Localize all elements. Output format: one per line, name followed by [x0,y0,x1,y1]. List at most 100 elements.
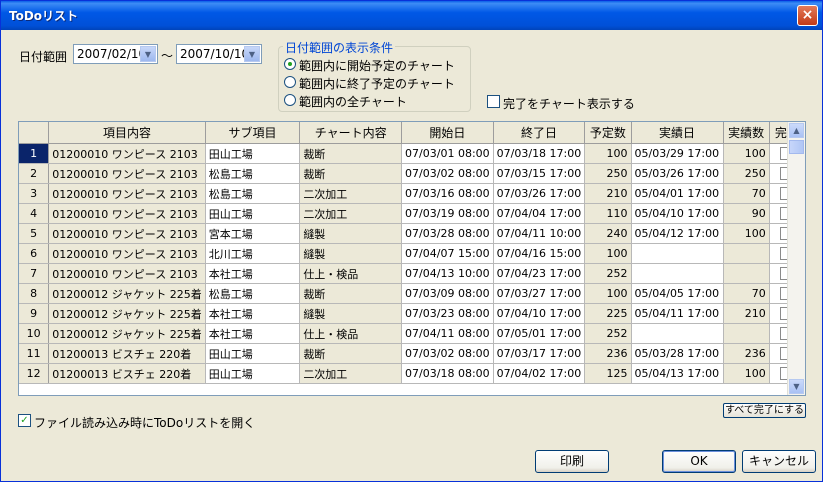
column-header-planned[interactable]: 予定数 [584,122,632,144]
table-row[interactable]: 3 01200010 ワンピース 2103 松島工場 二次加工 07/03/16 08:… [19,183,805,204]
cell-chart[interactable]: 裁断 [299,163,403,184]
column-header-start[interactable]: 開始日 [401,122,494,144]
title-bar[interactable]: ToDoリスト × [1,1,822,30]
print-button[interactable]: 印刷 [535,450,609,473]
cell-end[interactable]: 07/03/26 17:00 [493,183,586,204]
cell-actual-date[interactable]: 05/03/26 17:00 [631,163,724,184]
radio-end-in-range[interactable] [284,76,296,88]
open-on-load-checkbox[interactable]: ✓ [18,414,31,427]
cell-planned[interactable]: 100 [584,243,632,264]
column-header-item[interactable]: 項目内容 [48,122,206,144]
cell-end[interactable]: 07/04/16 15:00 [493,243,586,264]
show-completed-label[interactable]: 完了をチャート表示する [503,95,635,112]
cell-rownum[interactable]: 4 [19,203,50,224]
cell-end[interactable]: 07/04/11 10:00 [493,223,586,244]
column-header-rownum[interactable] [19,122,50,144]
cell-actual-date[interactable]: 05/03/28 17:00 [631,343,724,364]
cancel-button[interactable]: キャンセル [742,450,816,473]
cell-subitem[interactable]: 本社工場 [205,263,301,284]
cell-item[interactable]: 01200010 ワンピース 2103 [48,223,206,244]
table-row[interactable]: 12 01200013 ビスチェ 220着 田山工場 二次加工 07/03/18 08:… [19,363,805,384]
cell-end[interactable]: 07/04/10 17:00 [493,303,586,324]
cell-subitem[interactable]: 北川工場 [205,243,301,264]
start-date-combo[interactable]: 2007/02/10 ▼ [73,44,158,64]
cell-subitem[interactable]: 松島工場 [205,283,301,304]
cell-subitem[interactable]: 松島工場 [205,163,301,184]
cell-actual-date[interactable] [631,323,724,344]
open-on-load-label[interactable]: ファイル読み込み時にToDoリストを開く [34,414,255,431]
cell-planned[interactable]: 125 [584,363,632,384]
cell-subitem[interactable]: 松島工場 [205,183,301,204]
cell-subitem[interactable]: 田山工場 [205,143,301,164]
cell-planned[interactable]: 240 [584,223,632,244]
cell-planned[interactable]: 210 [584,183,632,204]
cell-chart[interactable]: 縫製 [299,223,403,244]
cell-end[interactable]: 07/03/17 17:00 [493,343,586,364]
cell-actual-date[interactable] [631,263,724,284]
cell-chart[interactable]: 二次加工 [299,183,403,204]
cell-end[interactable]: 07/03/15 17:00 [493,163,586,184]
cell-item[interactable]: 01200010 ワンピース 2103 [48,263,206,284]
show-completed-checkbox[interactable] [487,95,500,108]
cell-actual-date[interactable]: 05/04/05 17:00 [631,283,724,304]
cell-planned[interactable]: 250 [584,163,632,184]
cell-item[interactable]: 01200010 ワンピース 2103 [48,243,206,264]
cell-actual-qty[interactable]: 100 [723,363,770,384]
cell-subitem[interactable]: 本社工場 [205,303,301,324]
cell-start[interactable]: 07/03/01 08:00 [401,143,494,164]
cell-actual-qty[interactable]: 210 [723,303,770,324]
cell-chart[interactable]: 二次加工 [299,363,403,384]
cell-end[interactable]: 07/04/02 17:00 [493,363,586,384]
cell-planned[interactable]: 225 [584,303,632,324]
chevron-down-icon[interactable]: ▼ [140,46,156,62]
cell-actual-date[interactable]: 05/04/12 17:00 [631,223,724,244]
cell-start[interactable]: 07/03/23 08:00 [401,303,494,324]
end-date-combo[interactable]: 2007/10/10 ▼ [176,44,262,64]
table-row[interactable]: 7 01200010 ワンピース 2103 本社工場 仕上・検品 07/04/13 10… [19,263,805,284]
radio-all-in-range[interactable] [284,94,296,106]
cell-actual-qty[interactable] [723,243,770,264]
vertical-scrollbar[interactable]: ▲ ▼ [787,122,805,395]
cell-chart[interactable]: 裁断 [299,283,403,304]
cell-item[interactable]: 01200010 ワンピース 2103 [48,203,206,224]
scroll-up-icon[interactable]: ▲ [789,123,804,138]
cell-actual-qty[interactable]: 100 [723,143,770,164]
cell-end[interactable]: 07/04/23 17:00 [493,263,586,284]
cell-actual-qty[interactable]: 70 [723,183,770,204]
cell-item[interactable]: 01200010 ワンピース 2103 [48,183,206,204]
table-row[interactable]: 9 01200012 ジャケット 225着 本社工場 縫製 07/03/23 08:00… [19,303,805,324]
cell-rownum[interactable]: 5 [19,223,50,244]
cell-rownum[interactable]: 1 [19,143,50,164]
cell-start[interactable]: 07/03/02 08:00 [401,343,494,364]
table-row[interactable]: 4 01200010 ワンピース 2103 田山工場 二次加工 07/03/19 08:… [19,203,805,224]
cell-actual-date[interactable]: 05/04/01 17:00 [631,183,724,204]
cell-actual-qty[interactable]: 90 [723,203,770,224]
cell-rownum[interactable]: 10 [19,323,50,344]
cell-start[interactable]: 07/04/07 15:00 [401,243,494,264]
cell-start[interactable]: 07/04/11 08:00 [401,323,494,344]
cell-chart[interactable]: 仕上・検品 [299,263,403,284]
cell-actual-qty[interactable] [723,263,770,284]
cell-chart[interactable]: 仕上・検品 [299,323,403,344]
cell-planned[interactable]: 100 [584,283,632,304]
cell-start[interactable]: 07/03/09 08:00 [401,283,494,304]
column-header-end[interactable]: 終了日 [493,122,586,144]
cell-item[interactable]: 01200010 ワンピース 2103 [48,163,206,184]
cell-item[interactable]: 01200012 ジャケット 225着 [48,303,206,324]
radio-all-in-range-label[interactable]: 範囲内の全チャート [299,93,407,110]
cell-end[interactable]: 07/04/04 17:00 [493,203,586,224]
cell-subitem[interactable]: 田山工場 [205,343,301,364]
scroll-thumb[interactable] [789,140,804,154]
cell-chart[interactable]: 縫製 [299,243,403,264]
cell-end[interactable]: 07/03/27 17:00 [493,283,586,304]
cell-start[interactable]: 07/03/19 08:00 [401,203,494,224]
cell-planned[interactable]: 252 [584,323,632,344]
cell-start[interactable]: 07/03/02 08:00 [401,163,494,184]
cell-actual-date[interactable] [631,243,724,264]
cell-item[interactable]: 01200013 ビスチェ 220着 [48,363,206,384]
radio-end-in-range-label[interactable]: 範囲内に終了予定のチャート [299,75,455,92]
cell-subitem[interactable]: 本社工場 [205,323,301,344]
cell-actual-date[interactable]: 05/04/13 17:00 [631,363,724,384]
chevron-down-icon[interactable]: ▼ [244,46,260,62]
cell-actual-date[interactable]: 05/04/10 17:00 [631,203,724,224]
